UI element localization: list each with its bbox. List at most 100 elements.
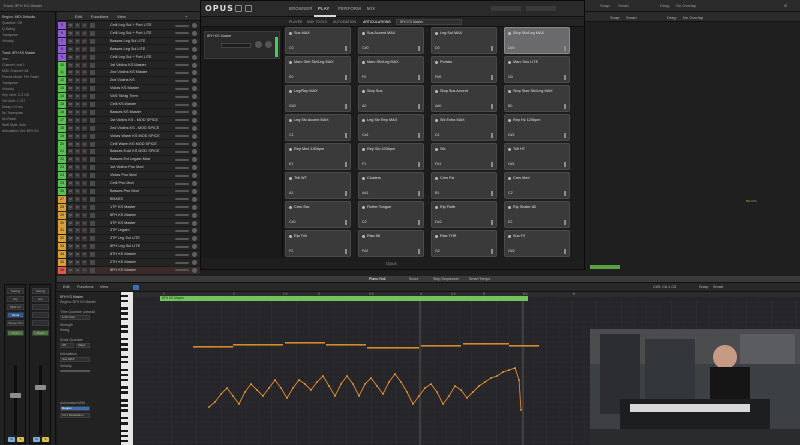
- articulation-pad[interactable]: Leg Sul MAX D0: [431, 27, 497, 54]
- track-record-button[interactable]: R: [82, 188, 87, 194]
- track-pan-knob[interactable]: [192, 244, 197, 250]
- track-row[interactable]: 33 M S R 8FH Leg Sul LITE: [57, 243, 200, 251]
- track-mute-button[interactable]: M: [68, 86, 73, 92]
- track-solo-button[interactable]: S: [75, 141, 80, 147]
- track-row[interactable]: 7 M S R Basses Leg Sul LITE: [57, 37, 200, 46]
- black-key[interactable]: [121, 404, 128, 407]
- black-key[interactable]: [121, 343, 128, 346]
- track-row[interactable]: 13 M S R Violas KS Master: [57, 85, 200, 93]
- black-key[interactable]: [121, 325, 128, 328]
- inspector-row[interactable]: Key Limit: C-2 G8: [2, 93, 54, 98]
- track-pan-knob[interactable]: [192, 228, 197, 234]
- tab-smart-tempo[interactable]: Smart Tempo: [469, 277, 490, 281]
- black-key[interactable]: [121, 348, 128, 351]
- tab-play[interactable]: PLAY: [318, 6, 330, 11]
- subtab-player[interactable]: PLAYER: [289, 20, 303, 24]
- track-record-button[interactable]: R: [82, 149, 87, 155]
- track-pan-knob[interactable]: [192, 220, 197, 226]
- channel-slot2[interactable]: EQ: [32, 296, 49, 302]
- scale-type-select[interactable]: Major: [76, 343, 90, 348]
- track-name[interactable]: Violas Warm KS MOD SPICE: [110, 134, 160, 138]
- track-name[interactable]: Basses Leg Sul LITE: [110, 47, 145, 51]
- track-record-button[interactable]: R: [82, 204, 87, 210]
- midi-region-header[interactable]: 8FH KS Master: [160, 296, 528, 301]
- track-solo-button[interactable]: S: [75, 173, 80, 179]
- track-mute-button[interactable]: M: [68, 78, 73, 84]
- track-record-button[interactable]: R: [82, 102, 87, 107]
- track-mute-button[interactable]: M: [68, 23, 73, 28]
- track-pan-knob[interactable]: [192, 117, 197, 123]
- articulation-set-selector[interactable]: 8FH KS Master: [396, 19, 462, 25]
- track-mute-button[interactable]: M: [68, 94, 73, 100]
- articulation-pad[interactable]: Sus FX G#2: [504, 230, 570, 257]
- track-volume-slider[interactable]: [175, 64, 189, 66]
- track-row[interactable]: 32 M S R 3TP Leg Sul LITE: [57, 235, 200, 243]
- track-volume-slider[interactable]: [175, 48, 189, 51]
- track-volume-slider[interactable]: [175, 71, 189, 74]
- track-solo-button[interactable]: S: [75, 204, 80, 210]
- automation-mode-button[interactable]: Read: [7, 330, 24, 336]
- track-volume-slider[interactable]: [175, 269, 189, 272]
- track-row[interactable]: 36 M S R 8FH KS Master: [57, 266, 200, 275]
- track-name[interactable]: BRASS: [110, 197, 123, 201]
- track-solo-button[interactable]: S: [75, 62, 80, 68]
- pr-snap-value[interactable]: Smart: [713, 285, 723, 289]
- mute-button[interactable]: M: [8, 437, 15, 442]
- track-name[interactable]: 1st Violins KS Master: [110, 63, 146, 67]
- track-mute-button[interactable]: M: [68, 165, 73, 171]
- articulation-pad[interactable]: Rise THR G2: [431, 230, 497, 257]
- inspector-row[interactable]: [2, 45, 54, 50]
- tab-mix[interactable]: MIX: [367, 6, 375, 11]
- track-record-button[interactable]: R: [82, 236, 87, 242]
- track-solo-button[interactable]: S: [75, 54, 80, 60]
- track-row[interactable]: 24 M S R Violas Pno Mod: [57, 172, 200, 180]
- pointer-tool-icon[interactable]: [133, 285, 139, 290]
- inspector-row[interactable]: Transpose: [2, 33, 54, 38]
- track-solo-button[interactable]: S: [75, 70, 80, 76]
- track-solo-button[interactable]: S: [75, 133, 80, 139]
- track-record-button[interactable]: R: [82, 94, 87, 100]
- track-record-button[interactable]: R: [82, 141, 87, 147]
- track-pan-knob[interactable]: [192, 133, 197, 139]
- track-mute-button[interactable]: M: [68, 38, 73, 44]
- track-volume-slider[interactable]: [175, 174, 189, 177]
- track-mute-button[interactable]: M: [68, 212, 73, 218]
- track-solo-button[interactable]: S: [75, 244, 80, 250]
- inspector-row[interactable]: Staff Style: Auto: [2, 123, 54, 128]
- black-key[interactable]: [121, 378, 128, 382]
- track-volume-slider[interactable]: [175, 40, 189, 43]
- track-name[interactable]: 1st Violins KS - MOD SPICE: [110, 118, 158, 122]
- velocity-slider[interactable]: [60, 370, 90, 372]
- track-solo-button[interactable]: S: [75, 117, 80, 123]
- track-pan-knob[interactable]: [192, 267, 197, 273]
- track-solo-button[interactable]: S: [75, 38, 80, 44]
- track-name[interactable]: 3TP KS Master: [110, 221, 136, 225]
- track-record-button[interactable]: R: [82, 181, 87, 186]
- track-pan-knob[interactable]: [192, 54, 197, 60]
- track-record-button[interactable]: R: [82, 220, 87, 226]
- track-record-button[interactable]: R: [82, 173, 87, 179]
- track-record-button[interactable]: R: [82, 86, 87, 92]
- black-key[interactable]: [121, 386, 128, 389]
- black-key[interactable]: [121, 294, 128, 298]
- track-pan-knob[interactable]: [192, 236, 197, 242]
- volume-knob[interactable]: [255, 41, 262, 48]
- inspector-row[interactable]: No Reset: [2, 117, 54, 122]
- track-record-button[interactable]: R: [82, 252, 87, 258]
- track-record-button[interactable]: R: [82, 54, 87, 60]
- track-pan-knob[interactable]: [192, 46, 197, 52]
- track-pan-knob[interactable]: [192, 78, 197, 84]
- track-solo-button[interactable]: S: [75, 267, 80, 273]
- channel-slot5[interactable]: Stereo Out: [7, 320, 24, 326]
- tab-perform[interactable]: PERFORM: [338, 6, 361, 11]
- automation-region-select[interactable]: Region: [60, 406, 90, 411]
- track-row[interactable]: 12 M S R 2nd Violins KS: [57, 77, 200, 85]
- articulation-pad[interactable]: Rise 88 F#2: [358, 230, 424, 257]
- track-mute-button[interactable]: M: [68, 141, 73, 147]
- mute-button[interactable]: M: [33, 437, 40, 442]
- track-volume-slider[interactable]: [175, 95, 189, 98]
- channel-slot3[interactable]: MIDI FX: [7, 304, 24, 310]
- inspector-row[interactable]: Channel: Inst 1: [2, 63, 54, 68]
- track-solo-button[interactable]: S: [75, 86, 80, 92]
- automation-mode-button[interactable]: Read: [32, 330, 49, 336]
